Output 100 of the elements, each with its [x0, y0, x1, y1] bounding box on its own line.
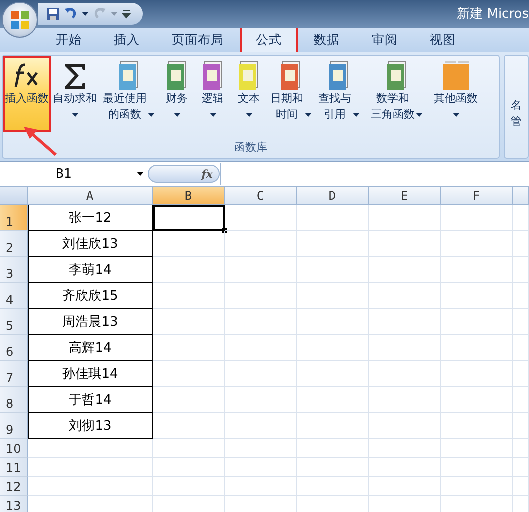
caret-icon[interactable]: [82, 12, 89, 16]
row-header[interactable]: 5: [0, 309, 28, 335]
table-cell: [513, 413, 529, 439]
table-cell: 于哲14: [28, 387, 153, 413]
caret-icon[interactable]: [72, 113, 78, 117]
ribbon-button[interactable]: 其他函数: [431, 56, 481, 132]
insert-function-button[interactable]: fx: [148, 165, 220, 183]
table-cell: 齐欣欣15: [28, 283, 153, 309]
button-label: 日期和 时间: [270, 91, 304, 123]
caret-icon[interactable]: [246, 113, 252, 117]
table-cell: [153, 361, 225, 387]
table-cell: [513, 439, 529, 458]
row-header[interactable]: 13: [0, 496, 28, 512]
table-cell: [513, 257, 529, 283]
ribbon-button[interactable]: 逻辑: [195, 56, 231, 132]
row-header[interactable]: 7: [0, 361, 28, 387]
ribbon-button[interactable]: 财务: [159, 56, 195, 132]
ribbon-tab[interactable]: 插入: [98, 26, 156, 52]
row-header[interactable]: 12: [0, 477, 28, 496]
caret-icon[interactable]: [137, 172, 144, 176]
table-cell: 刘佳欣13: [28, 231, 153, 257]
office-button[interactable]: [2, 2, 38, 38]
name-box[interactable]: B1: [0, 164, 148, 184]
caret-icon[interactable]: [352, 113, 360, 117]
ribbon-tab[interactable]: 数据: [298, 26, 356, 52]
button-label: 其他函数: [434, 91, 478, 107]
customize-icon[interactable]: [122, 10, 131, 18]
ribbon-tab[interactable]: 审阅: [356, 26, 414, 52]
table-cell: [369, 413, 441, 439]
table-cell: [225, 283, 297, 309]
ribbon-button[interactable]: 查找与 引用: [315, 56, 363, 132]
table-cell: [513, 309, 529, 335]
row-header[interactable]: 4: [0, 283, 28, 309]
row-header[interactable]: 8: [0, 387, 28, 413]
row-header[interactable]: 1: [0, 205, 28, 231]
caret-icon[interactable]: [174, 113, 180, 117]
table-cell: 孙佳琪14: [28, 361, 153, 387]
table-cell: [441, 335, 513, 361]
column-header[interactable]: A: [28, 187, 153, 205]
ribbon-button[interactable]: 自动求和: [51, 56, 99, 132]
row-header[interactable]: 10: [0, 439, 28, 458]
button-label: 自动求和: [53, 91, 97, 107]
table-cell: [297, 283, 369, 309]
sigma-icon: [62, 61, 88, 91]
table-cell: [225, 257, 297, 283]
row-header[interactable]: 9: [0, 413, 28, 439]
ribbon-button[interactable]: 插入函数: [3, 56, 51, 132]
table-cell: [441, 439, 513, 458]
ribbon-tab[interactable]: 公式: [240, 26, 298, 52]
column-header[interactable]: D: [297, 187, 369, 205]
table-cell: [441, 477, 513, 496]
book-icon: [385, 61, 409, 91]
ribbon-button[interactable]: 最近使用 的函数: [99, 56, 159, 132]
column-header[interactable]: F: [441, 187, 513, 205]
caret-icon[interactable]: [304, 113, 312, 117]
table-cell: [297, 335, 369, 361]
row-header[interactable]: 3: [0, 257, 28, 283]
caret-icon[interactable]: [148, 113, 155, 117]
ribbon-button[interactable]: 文本: [231, 56, 267, 132]
table-cell: [513, 387, 529, 413]
caret-icon[interactable]: [452, 113, 460, 117]
table-cell: [369, 335, 441, 361]
table-cell: [441, 257, 513, 283]
pointer-arrow: [22, 125, 58, 157]
table-cell: [297, 458, 369, 477]
table-cell: [369, 477, 441, 496]
table-cell: [297, 205, 369, 231]
table-cell: [153, 309, 225, 335]
column-header[interactable]: C: [225, 187, 297, 205]
row-header[interactable]: 2: [0, 231, 28, 257]
book-icon: [165, 61, 189, 91]
table-cell: [297, 387, 369, 413]
save-icon[interactable]: [46, 7, 60, 21]
table-cell: [225, 231, 297, 257]
caret-icon[interactable]: [416, 113, 423, 117]
button-label: 逻辑: [202, 91, 224, 107]
book-icon: [201, 61, 225, 91]
window-title: 新建 Micros: [457, 6, 529, 23]
column-header[interactable]: E: [369, 187, 441, 205]
row-header[interactable]: 11: [0, 458, 28, 477]
table-cell: [225, 439, 297, 458]
book-icon: [117, 61, 141, 91]
column-header[interactable]: B: [153, 187, 225, 205]
ribbon-tab[interactable]: 开始: [40, 26, 98, 52]
ribbon-tab[interactable]: 页面布局: [156, 26, 240, 52]
table-cell: [153, 335, 225, 361]
ribbon-tab[interactable]: 视图: [414, 26, 472, 52]
table-cell: [297, 231, 369, 257]
button-label: 管: [511, 114, 522, 130]
ribbon-button[interactable]: 日期和 时间: [267, 56, 315, 132]
table-cell: [297, 309, 369, 335]
ribbon-button[interactable]: 数学和 三角函数: [363, 56, 431, 132]
table-cell: [369, 361, 441, 387]
redo-icon: [93, 7, 107, 21]
table-cell: [441, 231, 513, 257]
row-header[interactable]: 6: [0, 335, 28, 361]
undo-icon[interactable]: [64, 7, 78, 21]
table-cell: [369, 283, 441, 309]
caret-icon[interactable]: [210, 113, 216, 117]
table-cell: [513, 231, 529, 257]
